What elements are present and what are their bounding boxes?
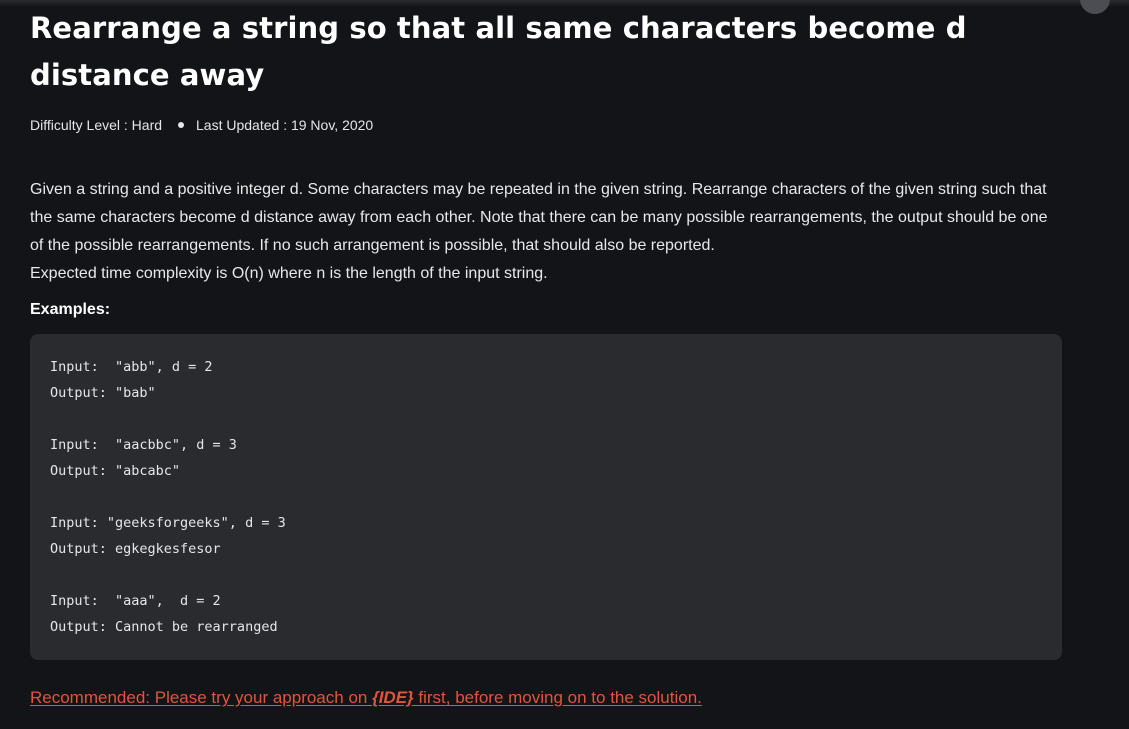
examples-heading: Examples: <box>30 301 111 318</box>
example-item: Input: "abb", d = 2 Output: "bab" <box>50 354 1042 406</box>
page-title: Rearrange a string so that all same char… <box>30 11 967 92</box>
last-updated: Last Updated : 19 Nov, 2020 <box>196 117 374 133</box>
example-input: Input: "aaa", d = 2 <box>50 593 221 609</box>
complexity-note: Expected time complexity is O(n) where n… <box>30 265 548 282</box>
problem-description: Given a string and a positive integer d.… <box>30 176 1062 288</box>
example-input: Input: "abb", d = 2 <box>50 359 213 375</box>
scroll-top-button[interactable] <box>1080 0 1110 14</box>
example-item: Input: "aacbbc", d = 3 Output: "abcabc" <box>50 432 1042 484</box>
example-item: Input: "geeksforgeeks", d = 3 Output: eg… <box>50 510 1042 562</box>
recommend-text-before: Recommended: Please try your approach on <box>30 688 373 707</box>
example-output: Output: "abcabc" <box>50 463 181 479</box>
example-input: Input: "aacbbc", d = 3 <box>50 437 237 453</box>
example-input: Input: "geeksforgeeks", d = 3 <box>50 515 286 531</box>
article-meta: Difficulty Level : Hard Last Updated : 1… <box>30 114 1062 136</box>
example-output: Output: "bab" <box>50 385 156 401</box>
difficulty-level: Difficulty Level : Hard <box>30 117 163 133</box>
separator-dot-icon <box>178 122 185 128</box>
article-content: Rearrange a string so that all same char… <box>30 0 1062 710</box>
recommend-text-after: first, before moving on to the solution. <box>413 688 702 707</box>
example-output: Output: Cannot be rearranged <box>50 619 278 635</box>
examples-code-block: Input: "abb", d = 2 Output: "bab" Input:… <box>30 334 1062 660</box>
recommended-ide-link[interactable]: Recommended: Please try your approach on… <box>30 686 1062 710</box>
description-paragraph: Given a string and a positive integer d.… <box>30 181 1048 254</box>
example-item: Input: "aaa", d = 2 Output: Cannot be re… <box>50 588 1042 640</box>
example-output: Output: egkegkesfesor <box>50 541 221 557</box>
ide-link-text[interactable]: {IDE} <box>372 688 414 707</box>
